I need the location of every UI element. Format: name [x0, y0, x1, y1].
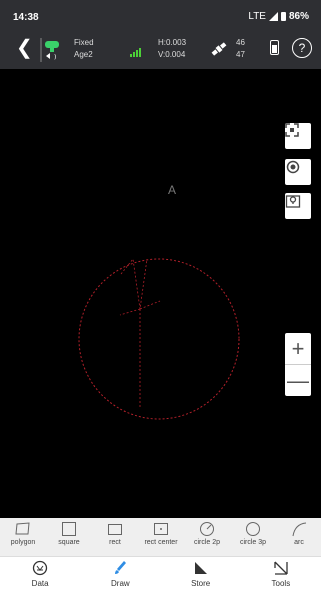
fit-extent-icon — [285, 123, 299, 137]
solution-info: Fixed Age2 — [74, 37, 94, 61]
locate-button[interactable] — [285, 159, 311, 185]
network-type: LTE — [248, 11, 266, 22]
drawn-circle — [78, 258, 240, 420]
solution-status: Fixed — [74, 38, 94, 47]
fit-extent-button[interactable] — [285, 123, 311, 149]
circle-3p-icon — [246, 522, 260, 536]
drawn-line-right — [139, 300, 161, 310]
status-indicators: LTE 86% — [248, 11, 309, 22]
nav-label: Tools — [271, 579, 291, 588]
nav-store[interactable]: Store — [161, 557, 241, 591]
receiver-battery-icon — [270, 40, 279, 55]
map-drawing — [78, 258, 240, 420]
status-time: 14:38 — [13, 12, 39, 23]
vertical-precision: V:0.004 — [158, 50, 186, 59]
nav-label: Store — [191, 579, 211, 588]
zoom-controls: + — — [285, 333, 311, 396]
satellite-count: 46 47 — [236, 37, 245, 61]
zoom-in-button[interactable]: + — [285, 333, 311, 364]
map-pin-icon — [285, 195, 301, 208]
nav-draw[interactable]: Draw — [80, 557, 160, 591]
satellite-icon[interactable] — [210, 40, 228, 58]
tool-polygon[interactable]: polygon — [0, 518, 46, 556]
tool-label: rect center — [144, 539, 178, 546]
status-bar: 14:38 LTE 86% — [0, 0, 321, 30]
rect-icon — [108, 524, 122, 535]
horizontal-precision: H:0.003 — [158, 38, 187, 47]
precision-info: H:0.003 V:0.004 — [158, 37, 186, 61]
zoom-out-button[interactable]: — — [285, 364, 311, 396]
polygon-icon — [15, 522, 30, 535]
drawn-line-left — [119, 308, 141, 316]
help-icon[interactable]: ? — [292, 38, 312, 58]
arc-icon — [292, 522, 307, 537]
nav-data[interactable]: Data — [0, 557, 80, 591]
cell-signal-icon — [268, 12, 278, 21]
north-label: A — [168, 183, 177, 197]
locate-icon — [286, 160, 300, 174]
square-icon — [62, 522, 76, 536]
tool-label: square — [58, 539, 80, 546]
nav-label: Draw — [111, 579, 130, 588]
phone-battery-icon — [280, 12, 286, 21]
satellites-used: 46 — [236, 38, 245, 47]
map-layer-button[interactable] — [285, 193, 311, 219]
bottom-nav: Data Draw Store Tools — [0, 557, 321, 591]
app-header: ❮ ) Fixed Age2 H:0.003 V:0.004 46 47 ? — [0, 30, 321, 69]
nav-label: Data — [31, 579, 49, 588]
brush-icon — [115, 561, 127, 574]
tool-label: circle 2p — [193, 539, 221, 546]
tool-label: arc — [294, 539, 304, 546]
tool-rect[interactable]: rect — [92, 518, 138, 556]
rect-center-icon — [154, 523, 168, 535]
map-canvas[interactable]: A + — — [0, 69, 321, 518]
satellites-visible: 47 — [236, 50, 245, 59]
data-icon — [32, 560, 48, 576]
tool-circle-2p[interactable]: circle 2p — [184, 518, 230, 556]
back-button[interactable]: ❮ — [16, 38, 33, 58]
tool-circle-3p[interactable]: circle 3p — [230, 518, 276, 556]
phone-battery-level: 86% — [288, 11, 309, 22]
correction-age: Age2 — [74, 50, 93, 59]
store-icon — [194, 562, 207, 574]
tool-label: polygon — [10, 539, 36, 546]
tool-rect-center[interactable]: rect center — [138, 518, 184, 556]
draw-toolbar: polygon square rect rect center circle 2… — [0, 518, 321, 557]
tool-square[interactable]: square — [46, 518, 92, 556]
tool-arc[interactable]: arc — [276, 518, 321, 556]
gnss-receiver-icon[interactable]: ) — [38, 37, 64, 63]
nav-tools[interactable]: Tools — [241, 557, 321, 591]
svg-text:): ) — [54, 54, 56, 61]
tool-label: circle 3p — [239, 539, 267, 546]
circle-2p-icon — [200, 522, 214, 536]
signal-strength-icon — [130, 48, 141, 57]
tools-icon — [274, 561, 288, 575]
tool-label: rect — [109, 539, 121, 546]
